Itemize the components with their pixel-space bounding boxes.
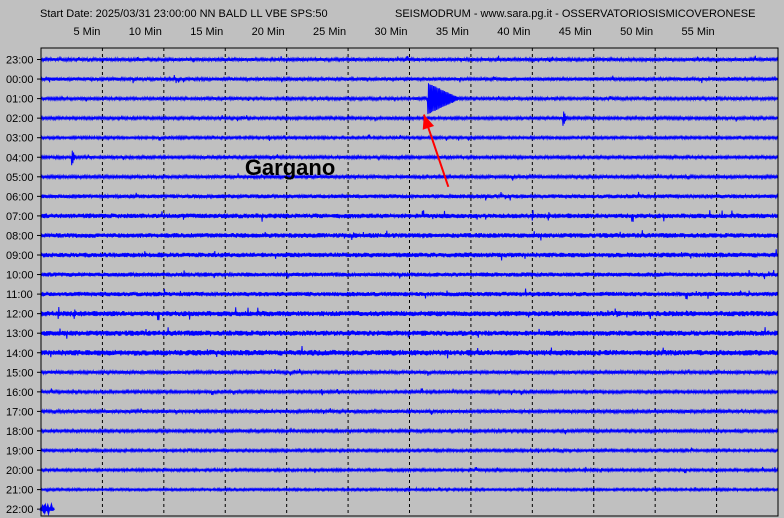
row-label: 18:00: [6, 426, 34, 438]
row-label: 04:00: [6, 152, 34, 164]
x-tick-labels: 5 Min 10 Min 15 Min 20 Min 25 Min 30 Min 35 Mi…: [74, 26, 715, 38]
x-tick-label: 45 Min: [559, 26, 592, 38]
trace-row: [40, 134, 779, 141]
trace-row: [40, 447, 779, 454]
seismogram-plot: 5 Min 10 Min 15 Min 20 Min 25 Min 30 Min 35 Mi…: [6, 26, 779, 517]
row-label: 08:00: [6, 230, 34, 242]
row-label: 20:00: [6, 465, 34, 477]
x-tick-label: 10 Min: [129, 26, 162, 38]
x-tick-label: 35 Min: [436, 26, 469, 38]
trace-row: [40, 230, 779, 241]
x-tick-label: 25 Min: [313, 26, 346, 38]
x-tick-label: 30 Min: [374, 26, 407, 38]
x-tick-label: 55 Min: [682, 26, 715, 38]
row-label: 07:00: [6, 211, 34, 223]
row-label: 14:00: [6, 348, 34, 360]
x-tick-label: 15 Min: [190, 26, 223, 38]
row-label: 23:00: [6, 55, 34, 67]
row-label: 00:00: [6, 74, 34, 86]
row-label: 19:00: [6, 446, 34, 458]
seismogram-frame: Start Date: 2025/03/31 23:00:00 NN BALD …: [0, 0, 784, 518]
trace-row: [40, 74, 779, 84]
row-label: 01:00: [6, 94, 34, 106]
x-tick-label: 50 Min: [620, 26, 653, 38]
x-tick-label: 5 Min: [74, 26, 101, 38]
row-label: 03:00: [6, 133, 34, 145]
row-label: 13:00: [6, 328, 34, 340]
row-labels: 23:00 00:00 01:00 02:00 03:00 04:00 05:00 06:00…: [6, 55, 41, 516]
row-label: 02:00: [6, 113, 34, 125]
row-label: 17:00: [6, 406, 34, 418]
trace-row: [40, 388, 779, 396]
trace-row: [40, 466, 779, 474]
row-label: 15:00: [6, 367, 34, 379]
row-label: 06:00: [6, 191, 34, 203]
x-tick-label: 20 Min: [252, 26, 285, 38]
row-label: 11:00: [6, 289, 33, 301]
row-label: 21:00: [6, 485, 34, 497]
row-label: 10:00: [6, 270, 34, 282]
row-label: 12:00: [6, 309, 34, 321]
annotation-label: Gargano: [245, 155, 335, 180]
trace-row: [39, 501, 55, 517]
row-label: 22:00: [6, 504, 34, 516]
row-label: 16:00: [6, 387, 34, 399]
trace-row: [40, 111, 779, 126]
row-label: 09:00: [6, 250, 34, 262]
row-label: 05:00: [6, 172, 34, 184]
x-tick-label: 40 Min: [497, 26, 530, 38]
